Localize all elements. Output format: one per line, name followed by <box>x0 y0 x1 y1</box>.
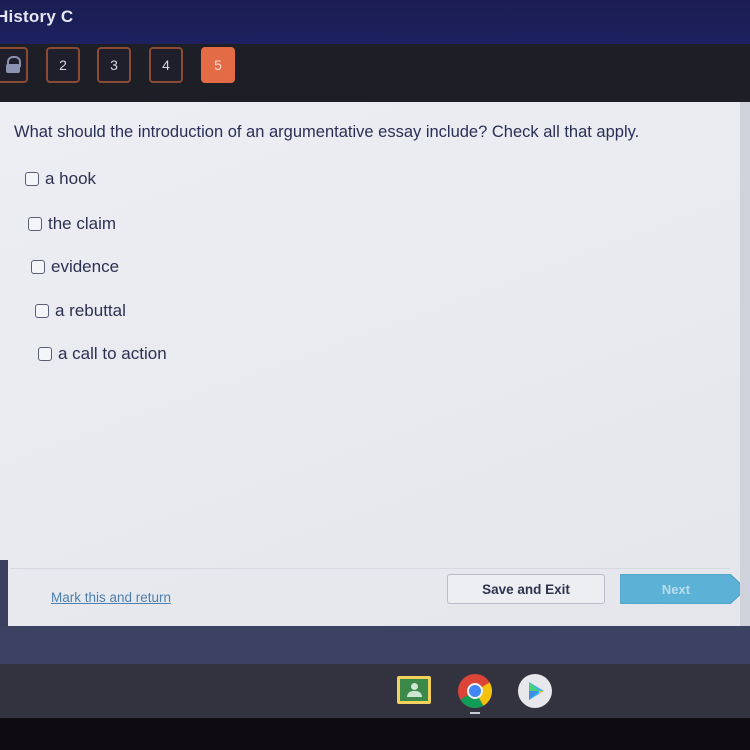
option-label: a call to action <box>58 344 167 363</box>
option-evidence[interactable]: evidence <box>31 257 119 277</box>
chrome-icon[interactable] <box>457 673 493 709</box>
tab-label: 4 <box>162 57 170 73</box>
checkbox[interactable] <box>25 172 39 186</box>
footer-divider <box>10 568 730 569</box>
course-title: History C <box>0 7 74 26</box>
question-tab-5[interactable]: 5 <box>201 47 235 83</box>
question-tab-2[interactable]: 2 <box>46 47 80 83</box>
tab-label: 2 <box>59 57 67 73</box>
option-the-claim[interactable]: the claim <box>28 214 116 234</box>
screen: History C 2 3 4 5 What should the introd… <box>0 0 750 750</box>
tab-label: 3 <box>110 57 118 73</box>
option-a-hook[interactable]: a hook <box>25 169 96 189</box>
lock-icon <box>6 56 21 76</box>
option-label: evidence <box>51 257 120 276</box>
save-and-exit-label: Save and Exit <box>482 581 570 597</box>
checkbox[interactable] <box>31 260 45 274</box>
title-bar: History C <box>0 0 750 44</box>
classroom-icon[interactable] <box>397 676 431 704</box>
option-label: a rebuttal <box>55 301 126 320</box>
checkbox[interactable] <box>38 347 52 361</box>
question-tab-1[interactable] <box>0 47 28 83</box>
question-panel: What should the introduction of an argum… <box>0 102 750 626</box>
window-edge <box>0 560 8 630</box>
question-nav: 2 3 4 5 <box>0 44 750 102</box>
desktop-background <box>0 626 750 666</box>
tab-label: 5 <box>214 57 222 73</box>
save-and-exit-button[interactable]: Save and Exit <box>447 574 605 604</box>
mark-and-return-link[interactable]: Mark this and return <box>51 590 171 605</box>
chrome-logo <box>458 674 492 708</box>
question-prompt: What should the introduction of an argum… <box>14 123 640 141</box>
active-app-indicator <box>470 712 480 714</box>
option-a-call-to-action[interactable]: a call to action <box>38 344 167 364</box>
option-a-rebuttal[interactable]: a rebuttal <box>35 301 126 321</box>
question-tab-4[interactable]: 4 <box>149 47 183 83</box>
question-tab-3[interactable]: 3 <box>97 47 131 83</box>
play-store-icon[interactable] <box>517 673 553 709</box>
option-label: a hook <box>45 169 97 188</box>
next-button[interactable]: Next <box>620 574 746 604</box>
next-label: Next <box>661 581 691 597</box>
checkbox[interactable] <box>28 217 42 231</box>
os-shelf <box>0 664 750 720</box>
option-label: the claim <box>48 214 117 233</box>
play-store-logo <box>518 674 552 708</box>
checkbox[interactable] <box>35 304 49 318</box>
laptop-bezel <box>0 718 750 750</box>
